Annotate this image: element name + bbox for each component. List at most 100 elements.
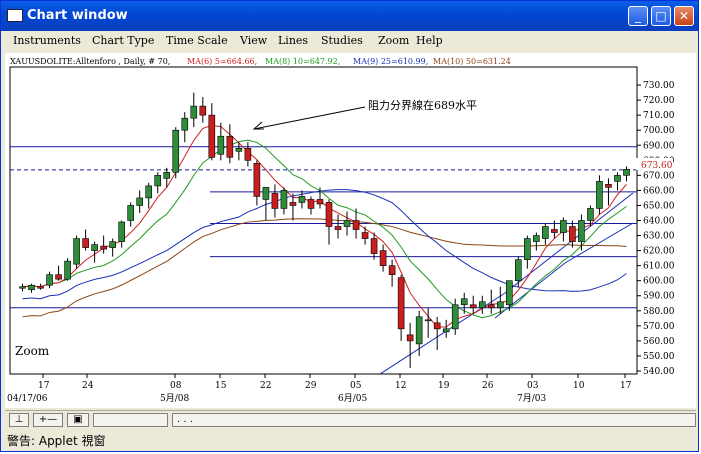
y-tick-label: 570.00 [643, 322, 675, 332]
price-chart[interactable]: XAUUSDOLITE:Alltenforo , Daily, # 70, MA… [5, 53, 696, 408]
candle-body [37, 286, 44, 289]
x-tick-label: 26 [482, 381, 494, 391]
y-axis: 730.00720.00710.00700.00690.00680.00670.… [637, 81, 675, 377]
menu-zoom[interactable]: Zoom [378, 34, 409, 47]
candle-body [226, 135, 234, 158]
x-tick-label: 19 [438, 381, 450, 391]
candle-body [280, 190, 288, 209]
x-tick-label: 10 [573, 381, 585, 391]
y-tick-label: 700.00 [643, 126, 675, 136]
menu-help[interactable]: Help [416, 34, 443, 47]
candle-body [19, 286, 26, 289]
y-tick-label: 560.00 [643, 337, 675, 347]
plot-frame [9, 66, 638, 375]
candle-body [596, 181, 603, 209]
candle-body [460, 298, 468, 306]
candle-body [118, 221, 125, 242]
candle-body [208, 114, 216, 158]
close-button[interactable]: ✕ [674, 6, 694, 26]
menu-time-scale[interactable]: Time Scale [166, 34, 228, 47]
candle-body [569, 226, 576, 242]
y-tick-label: 670.00 [643, 171, 675, 181]
chart-legend: XAUUSDOLITE:Alltenforo , Daily, # 70, MA… [10, 57, 511, 66]
y-tick-label: 600.00 [643, 277, 675, 287]
y-tick-label: 540.00 [643, 367, 675, 377]
menu-chart-type[interactable]: Chart Type [92, 34, 154, 47]
candle-body [190, 105, 198, 119]
y-tick-label: 610.00 [643, 262, 675, 272]
menu-instruments[interactable]: Instruments [13, 34, 81, 47]
app-icon [7, 9, 23, 22]
crosshair-tool-button[interactable]: ⊥ [9, 413, 29, 427]
candle-body [343, 220, 351, 227]
x-tick-label: 08 [170, 381, 182, 391]
candle-body [496, 301, 504, 309]
x-tick-label: 17 [38, 381, 50, 391]
candle-body [64, 260, 71, 280]
candle-body [316, 199, 324, 205]
candle-body [253, 163, 261, 197]
candle-body [82, 238, 89, 248]
candle-body [172, 129, 180, 173]
candle-body [91, 244, 98, 251]
x-tick-label: 12 [395, 381, 406, 391]
menu-studies[interactable]: Studies [321, 34, 363, 47]
minimize-button[interactable]: _ [628, 6, 648, 26]
candle-body [244, 147, 252, 161]
x-tick-label: 17 [620, 381, 632, 391]
x-tick-label: 29 [305, 381, 317, 391]
menu-bar: Instruments Chart Type Time Scale View L… [5, 32, 696, 51]
y-tick-label: 720.00 [643, 96, 675, 106]
bottom-toolbar: ⊥ +— ▣ . . . [5, 410, 696, 431]
menu-view[interactable]: View [240, 34, 267, 47]
print-tool-button[interactable]: ▣ [67, 413, 89, 427]
chart-area[interactable]: XAUUSDOLITE:Alltenforo , Daily, # 70, MA… [5, 53, 696, 408]
candle-body [127, 205, 134, 221]
candle-body [605, 184, 612, 188]
menu-lines[interactable]: Lines [278, 34, 308, 47]
candle-body [181, 117, 189, 131]
candle-body [109, 241, 116, 248]
annotation-text: 阻力分界線在689水平 [368, 98, 477, 112]
x-date-label: 04/17/06 [7, 394, 48, 404]
candle-body [361, 232, 369, 239]
x-tick-label: 05 [350, 381, 362, 391]
candle-body [451, 304, 459, 330]
candle-body [307, 199, 315, 209]
y-tick-label: 620.00 [643, 247, 675, 257]
candle-body [533, 235, 540, 242]
legend-ma10: MA(10) 50=631.24 [433, 57, 511, 66]
candle-body [145, 185, 153, 199]
candle-body [623, 169, 630, 176]
price-badge: 673.60 [641, 161, 673, 171]
candle-body [506, 280, 513, 306]
y-tick-label: 580.00 [643, 307, 675, 317]
candle-body [424, 319, 432, 322]
candle-body [560, 220, 567, 233]
candle-body [352, 220, 360, 230]
scroll-slot[interactable] [93, 413, 168, 427]
candle-body [515, 259, 522, 281]
candle-body [370, 238, 378, 254]
candle-body [199, 105, 207, 116]
line-tool-button[interactable]: +— [33, 413, 63, 427]
candle-body [578, 220, 585, 242]
candle-body [325, 202, 333, 227]
y-tick-label: 710.00 [643, 111, 675, 121]
legend-ma8: MA(8) 10=647.92, [265, 57, 340, 66]
candle-body [235, 147, 243, 152]
candle-body [136, 197, 143, 206]
candle-body [442, 328, 450, 333]
x-date-label: 7月/03 [517, 393, 546, 404]
legend-ma9: MA(9) 25=610.99, [353, 57, 428, 66]
candle-body [388, 265, 396, 275]
candle-body [587, 208, 594, 221]
candle-body [154, 175, 162, 187]
candle-body [334, 226, 342, 230]
candle-body [262, 187, 270, 200]
title-bar: Chart window _ □ ✕ [1, 1, 698, 31]
candle-body [397, 277, 405, 330]
maximize-button[interactable]: □ [651, 6, 671, 26]
legend-symbol: XAUUSDOLITE:Alltenforo , Daily, # 70, [10, 57, 170, 66]
x-tick-label: 15 [215, 381, 227, 391]
